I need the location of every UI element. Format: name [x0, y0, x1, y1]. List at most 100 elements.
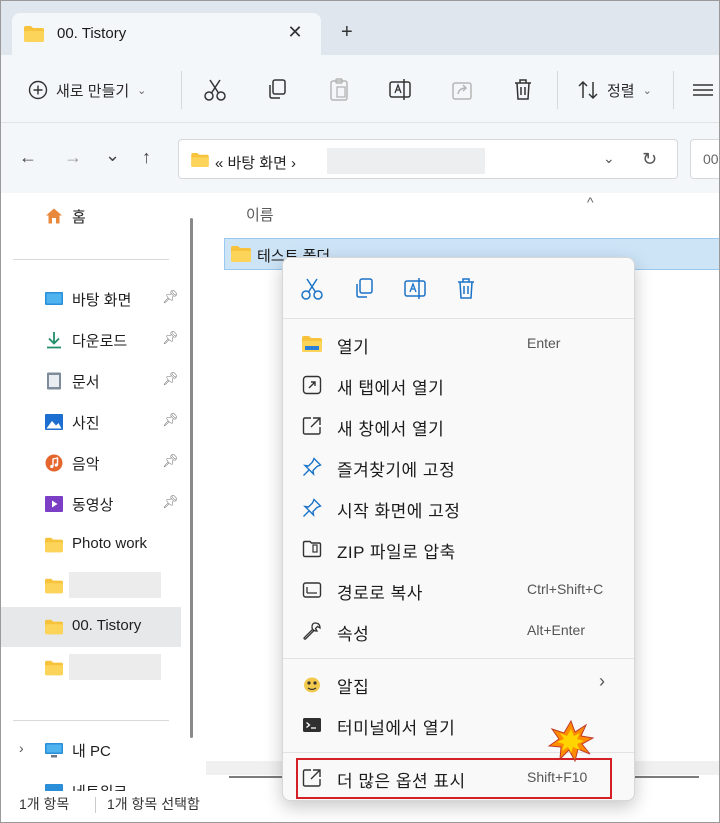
sidebar-item-tistory[interactable]: 00. Tistory — [1, 607, 181, 647]
sidebar-scrollbar[interactable] — [190, 218, 193, 738]
sidebar-item-documents[interactable]: 문서 📌︎ — [1, 361, 181, 401]
sidebar-item-home[interactable]: 홈 — [1, 196, 181, 236]
menu-item-label: 경로로 복사 — [337, 584, 423, 603]
menu-item-alzip[interactable]: 알집 › — [283, 664, 634, 704]
sidebar-item-label: 동영상 — [72, 497, 114, 514]
menu-divider — [283, 318, 634, 319]
sidebar-item-redacted-folder[interactable] — [1, 648, 181, 688]
download-icon — [47, 332, 61, 349]
menu-item-label: 새 창에서 열기 — [337, 420, 445, 439]
wrench-icon — [303, 622, 321, 640]
refresh-icon[interactable]: ↻ — [642, 149, 657, 170]
copy-path-icon — [302, 582, 322, 598]
new-button-label: 새로 만들기 — [56, 82, 130, 100]
sort-icon — [578, 80, 598, 100]
toolbar-divider — [557, 71, 558, 109]
navigation-pane: 홈 바탕 화면 📌︎ 다운로드 📌︎ 문서 📌︎ 사진 📌︎ 음악 📌︎ 동영상… — [1, 193, 181, 793]
menu-item-shortcut: Enter — [527, 335, 561, 351]
menu-item-copy-path[interactable]: 경로로 복사 Ctrl+Shift+C — [283, 570, 634, 610]
sidebar-item-downloads[interactable]: 다운로드 📌︎ — [1, 320, 181, 360]
address-path[interactable]: « 바탕 화면 › — [215, 152, 296, 173]
cut-icon[interactable] — [203, 77, 227, 103]
pin-icon: 📌︎ — [162, 412, 179, 427]
sidebar-item-network[interactable]: 네트워크 — [1, 771, 181, 793]
chevron-down-icon: ⌄ — [137, 84, 147, 97]
sort-button[interactable]: 정렬 ⌄ — [577, 77, 652, 103]
sidebar-item-music[interactable]: 음악 📌︎ — [1, 443, 181, 483]
back-icon[interactable]: ← — [19, 147, 37, 168]
chevron-down-icon: ⌄ — [642, 84, 652, 97]
menu-item-open-new-window[interactable]: 새 창에서 열기 — [283, 406, 634, 446]
sidebar-item-desktop[interactable]: 바탕 화면 📌︎ — [1, 279, 181, 319]
sidebar-item-redacted-folder[interactable] — [1, 566, 181, 606]
menu-item-label: 열기 — [337, 338, 370, 357]
video-icon — [45, 496, 63, 512]
address-dropdown-icon[interactable]: ⌄ — [603, 150, 615, 167]
copy-icon[interactable] — [351, 276, 377, 302]
view-icon[interactable] — [691, 77, 715, 103]
menu-item-open[interactable]: 열기 Enter — [283, 324, 634, 364]
rename-icon[interactable] — [402, 276, 428, 302]
menu-item-pin-quick-access[interactable]: 즐겨찾기에 고정 — [283, 447, 634, 487]
menu-item-label: ZIP 파일로 압축 — [337, 543, 456, 562]
new-button[interactable]: 새로 만들기 ⌄ — [28, 77, 146, 103]
navigation-bar: ← → ⌄ ↑ « 바탕 화면 › ⌄ ↻ 00 — [1, 123, 719, 193]
menu-item-pin-start[interactable]: 시작 화면에 고정 — [283, 488, 634, 528]
pin-icon — [303, 457, 322, 476]
paste-icon[interactable] — [327, 77, 351, 103]
sort-ascending-icon: ^ — [587, 194, 594, 210]
pin-icon: 📌︎ — [162, 289, 179, 304]
menu-item-label: 알집 — [337, 678, 370, 697]
sidebar-item-label: 바탕 화면 — [72, 292, 132, 309]
recent-locations-icon[interactable]: ⌄ — [105, 145, 120, 166]
menu-item-open-new-tab[interactable]: 새 탭에서 열기 — [283, 365, 634, 405]
home-icon — [46, 208, 62, 224]
folder-icon — [191, 153, 209, 167]
sort-button-label: 정렬 — [607, 82, 635, 100]
sidebar-item-label: 내 PC — [72, 743, 111, 760]
menu-item-shortcut: Alt+Enter — [527, 622, 585, 638]
pictures-icon — [45, 414, 63, 430]
delete-icon[interactable] — [453, 276, 479, 302]
menu-item-properties[interactable]: 속성 Alt+Enter — [283, 611, 634, 651]
menu-item-shortcut: Ctrl+Shift+C — [527, 581, 604, 597]
submenu-arrow-icon: › — [599, 671, 605, 691]
up-icon[interactable]: ↑ — [142, 147, 151, 168]
sidebar-item-pictures[interactable]: 사진 📌︎ — [1, 402, 181, 442]
folder-icon — [45, 537, 63, 553]
file-explorer-window: 00. Tistory ✕ + 새로 만들기 ⌄ 정렬 ⌄ ← → ⌄ ↑ « … — [0, 0, 720, 823]
desktop-icon — [45, 292, 63, 305]
delete-icon[interactable] — [511, 77, 535, 103]
tab-active[interactable]: 00. Tistory ✕ — [12, 13, 321, 55]
rename-icon[interactable] — [388, 77, 412, 103]
chevron-right-icon[interactable]: › — [19, 740, 24, 756]
column-header-name[interactable]: 이름 — [246, 204, 274, 225]
cut-icon[interactable] — [299, 276, 325, 302]
folder-icon — [45, 660, 63, 676]
sidebar-item-label: 사진 — [72, 415, 100, 432]
sidebar-item-photo-work[interactable]: Photo work — [1, 525, 181, 565]
item-count: 1개 항목 — [19, 796, 70, 812]
zip-icon — [302, 540, 322, 558]
folder-icon — [302, 336, 322, 352]
pin-icon: 📌︎ — [162, 330, 179, 345]
tab-close-icon[interactable]: ✕ — [284, 22, 306, 43]
address-bar[interactable]: « 바탕 화면 › ⌄ ↻ — [178, 139, 678, 179]
sidebar-item-videos[interactable]: 동영상 📌︎ — [1, 484, 181, 524]
open-window-icon — [302, 417, 321, 435]
new-tab-icon[interactable]: + — [341, 21, 353, 44]
sidebar-item-label: 음악 — [72, 456, 100, 473]
menu-item-compress-zip[interactable]: ZIP 파일로 압축 — [283, 529, 634, 569]
status-divider — [95, 797, 96, 813]
copy-icon[interactable] — [265, 77, 289, 103]
sidebar-item-this-pc[interactable]: › 내 PC — [1, 730, 181, 770]
search-input[interactable]: 00 — [690, 139, 719, 179]
tab-title: 00. Tistory — [57, 25, 127, 42]
forward-icon[interactable]: → — [64, 147, 82, 168]
selection-count: 1개 항목 선택함 — [107, 796, 200, 812]
music-icon — [45, 454, 63, 472]
menu-item-label: 즐겨찾기에 고정 — [337, 461, 456, 480]
share-icon[interactable] — [450, 77, 474, 103]
pin-icon: 📌︎ — [162, 453, 179, 468]
redacted-label — [69, 572, 161, 598]
